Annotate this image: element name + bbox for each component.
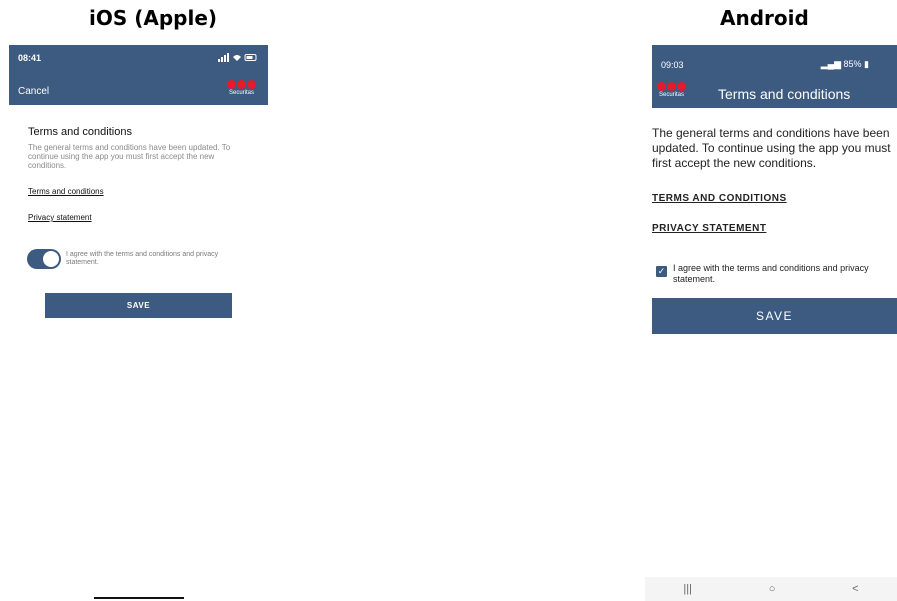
ios-privacy-link[interactable]: Privacy statement	[28, 213, 92, 222]
back-icon[interactable]: <	[852, 583, 858, 595]
ios-heading: iOS (Apple)	[89, 6, 218, 30]
cancel-button[interactable]: Cancel	[18, 86, 49, 97]
ios-save-button[interactable]: SAVE	[45, 293, 232, 318]
android-status-time: 09:03	[661, 60, 684, 70]
android-agree-checkbox[interactable]: ✓	[656, 266, 667, 277]
signal-icon: ▂▄▆	[820, 59, 841, 69]
android-terms-link[interactable]: TERMS AND CONDITIONS	[652, 193, 787, 204]
ios-status-icons	[218, 53, 258, 64]
android-nav-bar: ||| ○ <	[645, 577, 897, 601]
battery-icon: ▮	[864, 59, 869, 69]
ios-page-title: Terms and conditions	[28, 126, 132, 138]
ios-agree-toggle[interactable]	[27, 249, 61, 269]
android-page-title: Terms and conditions	[718, 86, 851, 102]
android-save-button[interactable]: SAVE	[652, 298, 897, 334]
android-privacy-link[interactable]: PRIVACY STATEMENT	[652, 223, 766, 234]
android-app-bar: 09:03 ▂▄▆ 85% ▮ Securitas Terms and cond…	[652, 45, 897, 108]
android-heading: Android	[720, 6, 809, 30]
ios-agree-label: I agree with the terms and conditions an…	[66, 251, 219, 266]
android-agree-label: I agree with the terms and conditions an…	[673, 263, 869, 284]
android-description: The general terms and conditions have be…	[652, 126, 891, 170]
ios-home-indicator[interactable]	[94, 597, 184, 599]
signal-wifi-battery-icon	[218, 53, 257, 62]
home-icon[interactable]: ○	[769, 583, 776, 595]
android-status-battery: ▂▄▆ 85% ▮	[820, 59, 869, 69]
recents-icon[interactable]: |||	[683, 583, 692, 595]
ios-description: The general terms and conditions have be…	[28, 143, 231, 170]
securitas-logo: Securitas	[227, 80, 256, 96]
ios-app-bar: 08:41 Cancel Securitas	[9, 45, 268, 105]
ios-terms-link[interactable]: Terms and conditions	[28, 187, 104, 196]
securitas-logo: Securitas	[657, 82, 686, 98]
ios-status-time: 08:41	[18, 53, 42, 63]
